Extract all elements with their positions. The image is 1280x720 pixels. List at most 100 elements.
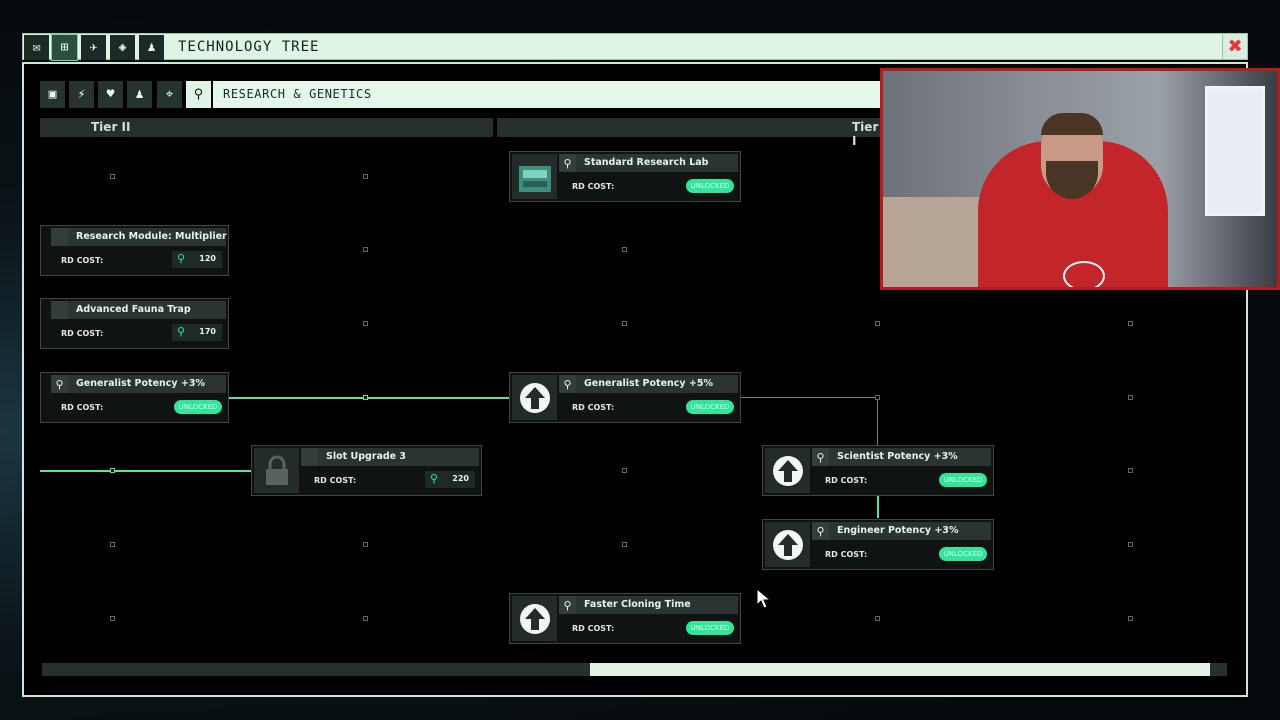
tier-label: Tier II	[91, 120, 131, 134]
status-badge: UNLOCKED	[686, 400, 734, 414]
scrollbar-thumb[interactable]	[590, 663, 1210, 676]
grid-dot	[875, 616, 880, 621]
window-title: TECHNOLOGY TREE	[178, 39, 320, 55]
heart-icon[interactable]: ♥	[98, 81, 123, 108]
cost-label: RD COST:	[314, 476, 357, 485]
cost-label: RD COST:	[572, 624, 615, 633]
grid-dot	[363, 174, 368, 179]
tech-node-faster-cloning-time[interactable]: ⚲ Faster Cloning Time RD COST: UNLOCKED	[509, 593, 741, 644]
connector-node	[363, 395, 368, 400]
grid-dot	[110, 542, 115, 547]
grid-dot	[622, 542, 627, 547]
tech-tree-icon[interactable]: ⊞	[51, 34, 78, 61]
grid-dot	[622, 247, 627, 252]
node-name: Research Module: Multiplier	[76, 231, 227, 242]
upgrade-arrow-icon	[765, 522, 810, 567]
research-lab-icon	[512, 154, 557, 199]
grid-dot	[363, 247, 368, 252]
tech-node-advanced-fauna-trap[interactable]: Advanced Fauna Trap RD COST: ⚲ 170	[40, 298, 229, 349]
tech-node-generalist-potency-5[interactable]: ⚲ Generalist Potency +5% RD COST: UNLOCKE…	[509, 372, 741, 423]
cost-label: RD COST:	[572, 182, 615, 191]
search-icon: ⚲	[812, 448, 829, 466]
upgrade-arrow-icon	[512, 596, 557, 641]
category-bar[interactable]: RESEARCH & GENETICS	[213, 81, 883, 108]
grid-dot	[363, 321, 368, 326]
tech-connector	[877, 397, 878, 445]
tech-connector	[228, 397, 510, 399]
tech-connector	[740, 397, 878, 398]
node-name: Faster Cloning Time	[584, 599, 691, 610]
horizontal-scrollbar[interactable]	[42, 663, 1227, 676]
node-name: Generalist Potency +5%	[584, 378, 714, 389]
grid-dot	[1128, 616, 1133, 621]
node-name: Engineer Potency +3%	[837, 525, 959, 536]
connector-node	[110, 468, 115, 473]
window-titlebar: ✉ ⊞ ✈ ◈ ♟ TECHNOLOGY TREE	[22, 33, 1248, 61]
close-button[interactable]: ✖	[1222, 33, 1248, 60]
cost-label: RD COST:	[61, 329, 104, 338]
node-name: Scientist Potency +3%	[837, 451, 958, 462]
power-icon[interactable]: ⚡	[69, 81, 94, 108]
search-icon: ⚲	[177, 252, 186, 265]
webcam-overlay	[880, 68, 1280, 290]
grid-dot	[875, 321, 880, 326]
tech-node-scientist-potency-3[interactable]: ⚲ Scientist Potency +3% RD COST: UNLOCKED	[762, 445, 994, 496]
location-icon[interactable]: ⌖	[157, 81, 182, 108]
cost-value: ⚲ 120	[172, 251, 222, 268]
grid-dot	[1128, 542, 1133, 547]
node-slot	[301, 448, 318, 466]
status-badge: UNLOCKED	[686, 621, 734, 635]
cost-label: RD COST:	[825, 476, 868, 485]
search-icon: ⚲	[559, 596, 576, 614]
tech-node-research-module-multiplier[interactable]: Research Module: Multiplier RD COST: ⚲ 12…	[40, 225, 229, 276]
search-icon: ⚲	[812, 522, 829, 540]
mail-icon[interactable]: ✉	[24, 35, 49, 60]
search-icon: ⚲	[430, 472, 439, 485]
cost-value: ⚲ 220	[425, 471, 475, 488]
tech-node-standard-research-lab[interactable]: ⚲ Standard Research Lab RD COST: UNLOCKED	[509, 151, 741, 202]
grid-dot	[363, 542, 368, 547]
crew-icon[interactable]: ♟	[127, 81, 152, 108]
tech-node-generalist-potency-3[interactable]: ⚲ Generalist Potency +3% RD COST: UNLOCKE…	[40, 372, 229, 423]
cube-icon[interactable]: ▣	[40, 81, 65, 108]
node-name: Advanced Fauna Trap	[76, 304, 191, 315]
upgrade-arrow-icon	[512, 375, 557, 420]
grid-dot	[363, 616, 368, 621]
grid-dot	[110, 174, 115, 179]
status-badge: UNLOCKED	[686, 179, 734, 193]
search-icon: ⚲	[559, 154, 576, 172]
search-icon: ⚲	[177, 325, 186, 338]
search-icon: ⚲	[559, 375, 576, 393]
satellite-icon[interactable]: ✈	[81, 35, 106, 60]
streamer-logo	[1063, 261, 1105, 287]
cost-label: RD COST:	[61, 256, 104, 265]
crew-icon[interactable]: ♟	[139, 35, 164, 60]
grid-dot	[1128, 468, 1133, 473]
tier-header-2: Tier II	[40, 118, 493, 137]
tech-node-slot-upgrade-3[interactable]: Slot Upgrade 3 RD COST: ⚲ 220	[251, 445, 482, 496]
node-name: Standard Research Lab	[584, 157, 709, 168]
waypoint-icon[interactable]: ◈	[110, 35, 135, 60]
status-badge: UNLOCKED	[939, 547, 987, 561]
cost-label: RD COST:	[572, 403, 615, 412]
node-name: Slot Upgrade 3	[326, 451, 407, 462]
lock-icon	[254, 448, 299, 493]
tech-connector	[877, 496, 879, 518]
status-badge: UNLOCKED	[939, 473, 987, 487]
room-window	[1205, 86, 1265, 216]
cost-value: ⚲ 170	[172, 324, 222, 341]
grid-dot	[1128, 321, 1133, 326]
mouse-cursor-icon	[756, 588, 772, 609]
grid-dot	[1128, 395, 1133, 400]
tech-connector	[40, 470, 251, 472]
search-icon[interactable]: ⚲	[186, 81, 211, 108]
tech-node-engineer-potency-3[interactable]: ⚲ Engineer Potency +3% RD COST: UNLOCKED	[762, 519, 994, 570]
node-slot	[51, 228, 68, 246]
category-label: RESEARCH & GENETICS	[223, 87, 372, 101]
cost-label: RD COST:	[61, 403, 104, 412]
connector-node	[875, 395, 880, 400]
node-name: Generalist Potency +3%	[76, 378, 206, 389]
status-badge: UNLOCKED	[174, 400, 222, 414]
grid-dot	[622, 468, 627, 473]
node-slot	[51, 301, 68, 319]
